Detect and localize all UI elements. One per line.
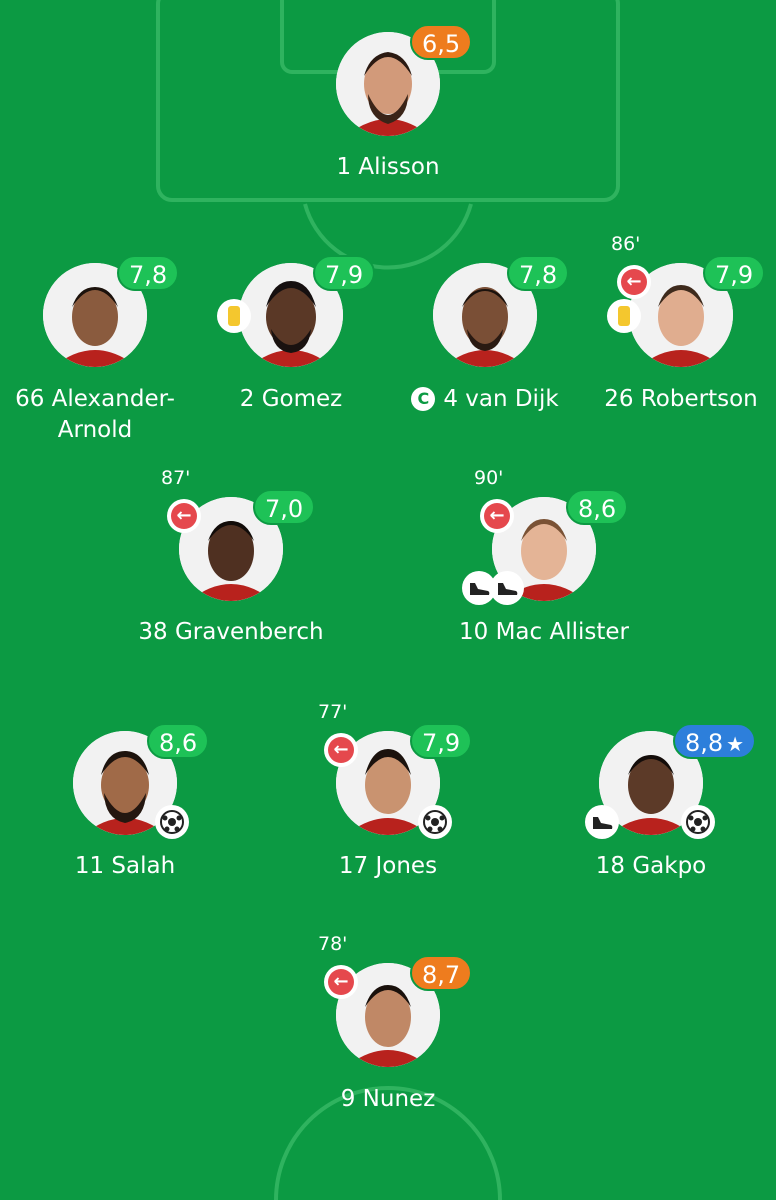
player-name: 38 Gravenberch [138, 619, 324, 645]
player-name: 18 Gakpo [595, 853, 707, 879]
ball-icon [681, 805, 715, 839]
player-name: 1 Alisson [336, 154, 440, 180]
player-name: 11 Salah [74, 853, 176, 879]
sub-arrow-icon: ← [171, 503, 197, 529]
rating-badge: 8,7 [410, 955, 473, 991]
player-salah[interactable]: 8,6 [73, 723, 210, 839]
rating-badge: 7,9 [703, 255, 766, 291]
star-icon: ★ [726, 732, 745, 756]
player-gakpo[interactable]: 8,8 ★ [585, 723, 757, 839]
yellow-card-icon [607, 299, 641, 333]
substitution-minute: 77' [318, 701, 348, 723]
player-name-text: 4 van Dijk [443, 386, 559, 412]
rating-badge: 7,8 [117, 255, 180, 291]
rating-value: 8,8 [685, 729, 724, 757]
boot-icon [490, 571, 524, 605]
substitution-minute: 90' [474, 467, 504, 489]
player-name: 9 Nunez [340, 1086, 436, 1112]
player-name: 26 Robertson [604, 386, 758, 412]
boot-icon [585, 805, 619, 839]
player-van-dijk[interactable]: 7,8 [433, 255, 570, 367]
sub-arrow-icon: ← [484, 503, 510, 529]
substitution-icon: ← [167, 499, 201, 533]
substitution-icon: ← [617, 265, 651, 299]
rating-badge: 7,9 [410, 723, 473, 759]
rating-badge: 7,8 [507, 255, 570, 291]
sub-arrow-icon: ← [328, 737, 354, 763]
rating-badge: 8,6 [566, 489, 629, 525]
player-mac-allister[interactable]: 90' ← 8,6 [462, 467, 629, 605]
player-robertson[interactable]: 86' ← 7,9 [607, 233, 766, 367]
player-name: 10 Mac Allister [459, 619, 629, 645]
sub-arrow-icon: ← [328, 969, 354, 995]
ball-icon [155, 805, 189, 839]
rating-badge: 8,8 ★ [673, 723, 757, 759]
player-gomez[interactable]: 7,9 [217, 255, 376, 367]
player-alexander-arnold[interactable]: 7,8 [43, 255, 180, 367]
substitution-icon: ← [480, 499, 514, 533]
yellow-card-icon [217, 299, 251, 333]
player-gravenberch[interactable]: 87' ← 7,0 [161, 467, 316, 601]
player-name: 17 Jones [338, 853, 438, 879]
player-jones[interactable]: 77' ← 7,9 [318, 701, 473, 839]
substitution-minute: 86' [611, 233, 641, 255]
player-name-line2: Arnold [57, 417, 133, 443]
rating-badge: 7,9 [313, 255, 376, 291]
captain-icon: C [411, 387, 436, 411]
sub-arrow-icon: ← [621, 269, 647, 295]
player-nunez[interactable]: 78' ← 8,7 [318, 933, 473, 1067]
ball-icon [418, 805, 452, 839]
rating-badge: 6,5 [410, 24, 473, 60]
substitution-minute: 87' [161, 467, 191, 489]
substitution-icon: ← [324, 965, 358, 999]
rating-badge: 8,6 [147, 723, 210, 759]
substitution-minute: 78' [318, 933, 348, 955]
player-alisson[interactable]: 6,5 [336, 24, 473, 136]
substitution-icon: ← [324, 733, 358, 767]
rating-badge: 7,0 [253, 489, 316, 525]
